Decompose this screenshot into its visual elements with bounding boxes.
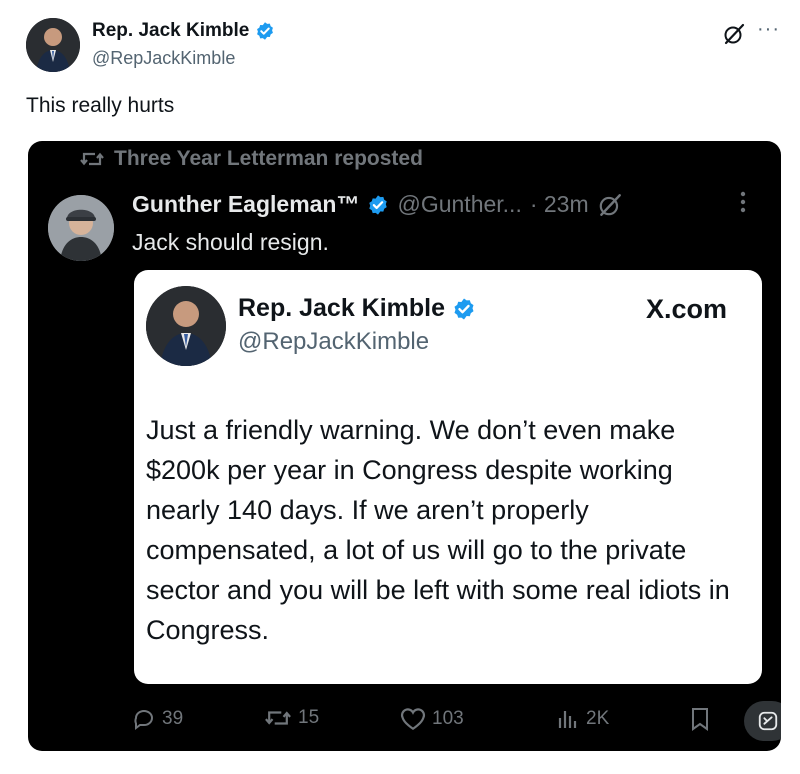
author-handle[interactable]: @RepJackKimble — [92, 48, 235, 69]
verified-badge-icon — [452, 297, 476, 321]
author-name[interactable]: Rep. Jack Kimble — [92, 20, 249, 42]
bookmark-action — [690, 707, 710, 731]
views-icon — [556, 707, 580, 731]
repost-icon — [264, 707, 292, 729]
more-icon[interactable]: ··· — [757, 18, 780, 41]
inner-author-name: Gunther Eagleman™ — [132, 191, 360, 217]
like-action: 103 — [400, 707, 464, 731]
source-label: X.com — [646, 294, 728, 324]
quoted-name-row: Rep. Jack Kimble — [238, 294, 476, 323]
post-text: This really hurts — [26, 94, 175, 117]
like-count: 103 — [432, 708, 464, 729]
inner-author-avatar — [48, 195, 114, 261]
quoted-author-name: Rep. Jack Kimble — [238, 294, 446, 322]
repost-indicator: Three Year Letterman reposted — [80, 147, 423, 171]
more-icon — [740, 191, 750, 213]
reply-icon — [132, 707, 156, 731]
author-name-row: Rep. Jack Kimble — [92, 20, 275, 42]
inner-post-text: Jack should resign. — [132, 229, 329, 255]
author-avatar[interactable] — [26, 18, 80, 72]
like-icon — [400, 707, 426, 731]
repost-label: Three Year Letterman reposted — [114, 147, 423, 170]
quoted-author-handle: @RepJackKimble — [238, 328, 430, 355]
bookmark-icon — [690, 707, 710, 731]
grok-button — [744, 701, 781, 741]
views-count: 2K — [586, 708, 610, 729]
inner-post-time: · 23m — [529, 191, 589, 217]
repost-count: 15 — [298, 707, 320, 728]
inner-author-handle: @Gunther... — [397, 191, 522, 217]
views-action: 2K — [556, 707, 609, 731]
grok-icon — [757, 710, 779, 732]
action-bar: 39 15 103 2K — [132, 701, 781, 741]
repost-icon — [80, 149, 104, 169]
embedded-screenshot[interactable]: Three Year Letterman reposted Gunther Ea… — [28, 141, 781, 751]
grok-icon[interactable] — [722, 22, 746, 46]
quoted-post-text: Just a friendly warning. We don’t even m… — [146, 415, 730, 645]
quoted-screenshot: Rep. Jack Kimble @RepJackKimble X.com Ju… — [134, 270, 762, 684]
verified-badge-icon — [255, 21, 275, 41]
reply-action: 39 — [132, 707, 183, 731]
grok-icon — [597, 192, 623, 218]
reply-count: 39 — [162, 708, 184, 729]
quoted-author-avatar — [146, 286, 226, 366]
repost-action: 15 — [264, 707, 319, 729]
verified-badge-icon — [367, 194, 389, 216]
inner-post-header: Gunther Eagleman™ @Gunther... · 23m — [132, 191, 623, 218]
